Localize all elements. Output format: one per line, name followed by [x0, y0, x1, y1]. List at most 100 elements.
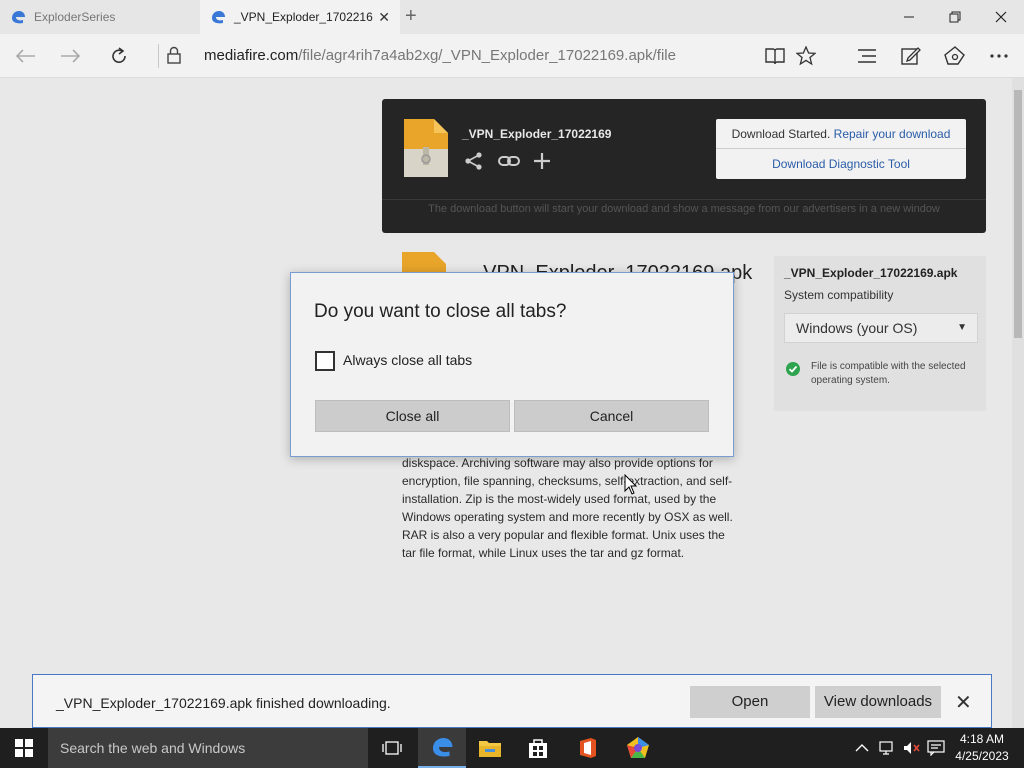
reading-view-button[interactable]	[760, 42, 790, 70]
dialog-title: Do you want to close all tabs?	[314, 301, 567, 322]
web-note-button[interactable]	[896, 42, 926, 70]
refresh-icon	[112, 47, 126, 63]
forward-button[interactable]	[56, 42, 86, 70]
tab-bar: ExploderSeries _VPN_Exploder_1702216 ✕ +	[0, 0, 1024, 34]
check-circle-icon	[786, 362, 800, 376]
close-icon	[995, 11, 1007, 23]
address-bar-row: mediafire.com/file/agr4rih7a4ab2xg/_VPN_…	[0, 34, 1024, 78]
app-icon	[627, 737, 649, 758]
url-host: mediafire.com	[204, 47, 299, 64]
download-notification: _VPN_Exploder_17022169.apk finished down…	[32, 674, 992, 728]
share-button[interactable]	[940, 42, 970, 70]
refresh-button[interactable]	[104, 42, 134, 70]
task-view-icon	[382, 741, 402, 755]
cancel-button[interactable]: Cancel	[514, 400, 709, 432]
store-icon	[529, 739, 547, 758]
network-icon[interactable]	[879, 740, 897, 756]
tab-label: ExploderSeries	[34, 10, 116, 24]
taskbar-file-explorer[interactable]	[466, 728, 514, 768]
download-card: _VPN_Exploder_17022169 Download Started.…	[382, 99, 986, 233]
edge-icon	[433, 738, 453, 757]
tab-close-icon[interactable]: ✕	[378, 9, 390, 26]
more-button[interactable]	[984, 42, 1014, 70]
view-downloads-button[interactable]: View downloads	[815, 686, 941, 718]
divider	[382, 199, 986, 200]
restore-icon	[949, 11, 961, 23]
repair-download-link[interactable]: Repair your download	[834, 127, 951, 141]
compat-filename: _VPN_Exploder_17022169.apk	[784, 266, 958, 280]
taskbar-store[interactable]	[514, 728, 562, 768]
screen: ExploderSeries _VPN_Exploder_1702216 ✕ +	[0, 0, 1024, 768]
file-explorer-icon	[479, 741, 501, 757]
hub-icon	[858, 49, 876, 63]
tab-label: _VPN_Exploder_1702216	[234, 10, 373, 24]
scrollbar-thumb[interactable]	[1014, 90, 1022, 338]
notification-message: _VPN_Exploder_17022169.apk finished down…	[56, 695, 391, 711]
mouse-cursor-icon	[624, 474, 638, 495]
taskbar-search[interactable]: Search the web and Windows	[48, 728, 368, 768]
body-text: diskspace. Archiving software may also p…	[402, 456, 733, 560]
taskbar-app[interactable]	[614, 728, 662, 768]
taskbar-edge[interactable]	[418, 728, 466, 768]
taskbar-office[interactable]	[564, 728, 612, 768]
download-started-text: Download Started.	[731, 127, 831, 141]
compatibility-panel: _VPN_Exploder_17022169.apk System compat…	[774, 256, 986, 411]
start-button[interactable]	[0, 728, 48, 768]
download-started-row: Download Started. Repair your download	[716, 119, 966, 149]
favorite-button[interactable]	[791, 42, 821, 70]
forward-icon	[61, 49, 81, 63]
close-all-button[interactable]: Close all	[315, 400, 510, 432]
clock-date: 4/25/2023	[955, 749, 1009, 763]
divider	[158, 44, 159, 68]
download-filename: _VPN_Exploder_17022169	[462, 127, 612, 141]
download-status-box: Download Started. Repair your download D…	[716, 119, 966, 179]
restore-button[interactable]	[932, 0, 978, 34]
clock-time: 4:18 AM	[959, 732, 1005, 746]
lock-icon	[167, 46, 181, 64]
taskbar: Search the web and Windows 4:18 AM 4/25/…	[0, 728, 1024, 768]
zip-file-icon	[404, 119, 448, 177]
link-icon[interactable]	[498, 151, 520, 171]
minimize-icon	[904, 16, 914, 18]
close-tabs-dialog: Do you want to close all tabs? Always cl…	[290, 272, 734, 457]
favorite-star-icon	[796, 46, 816, 66]
download-disclaimer: The download button will start your down…	[428, 203, 940, 215]
share-icon	[944, 46, 965, 65]
os-select-value: Windows (your OS)	[796, 320, 918, 336]
action-center-icon[interactable]	[927, 740, 945, 756]
system-tray	[855, 728, 945, 768]
back-icon	[15, 49, 35, 63]
hub-button[interactable]	[852, 42, 882, 70]
scrollbar[interactable]	[1012, 78, 1024, 728]
office-icon	[580, 738, 596, 758]
close-icon[interactable]: ✕	[955, 690, 972, 715]
reading-view-icon	[765, 48, 785, 65]
add-icon[interactable]	[532, 151, 552, 171]
chevron-down-icon: ▼	[957, 322, 967, 333]
tab-exploderseries[interactable]: ExploderSeries	[0, 0, 200, 34]
close-window-button[interactable]	[978, 0, 1024, 34]
tab-vpn-exploder[interactable]: _VPN_Exploder_1702216 ✕	[200, 0, 400, 34]
os-select[interactable]: Windows (your OS) ▼	[784, 313, 978, 343]
volume-muted-icon[interactable]	[903, 740, 921, 756]
back-button[interactable]	[10, 42, 40, 70]
compat-label: System compatibility	[784, 288, 894, 302]
always-close-label[interactable]: Always close all tabs	[343, 352, 472, 368]
edge-icon	[12, 11, 25, 24]
chevron-up-icon[interactable]	[855, 743, 869, 753]
compat-message: File is compatible with the selected ope…	[811, 361, 966, 386]
clock[interactable]: 4:18 AM 4/25/2023	[952, 731, 1012, 765]
url-field[interactable]: mediafire.com/file/agr4rih7a4ab2xg/_VPN_…	[204, 47, 676, 64]
minimize-button[interactable]	[886, 0, 932, 34]
task-view-button[interactable]	[368, 728, 416, 768]
diagnostic-tool-link[interactable]: Download Diagnostic Tool	[716, 149, 966, 179]
web-note-icon	[901, 47, 921, 65]
new-tab-button[interactable]: +	[405, 5, 417, 28]
more-icon	[990, 54, 1008, 58]
edge-icon	[212, 11, 225, 24]
always-close-checkbox[interactable]	[315, 351, 335, 371]
windows-start-icon	[15, 739, 33, 757]
open-button[interactable]: Open	[690, 686, 810, 718]
url-path: /file/agr4rih7a4ab2xg/_VPN_Exploder_1702…	[298, 47, 676, 64]
share-icon[interactable]	[464, 151, 484, 171]
